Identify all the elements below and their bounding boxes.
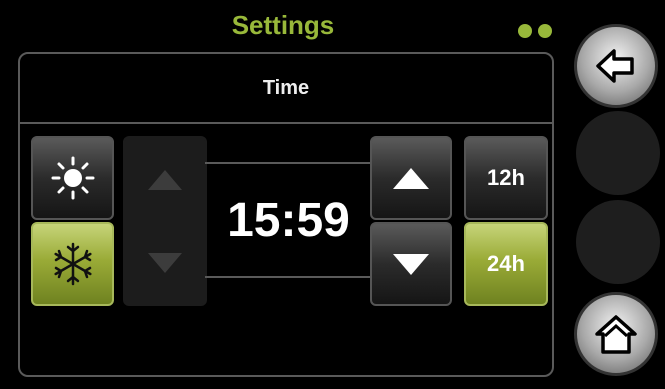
empty-side-button bbox=[576, 111, 660, 195]
empty-side-button bbox=[576, 200, 660, 284]
snowflake-icon bbox=[53, 242, 92, 286]
sun-icon bbox=[51, 156, 94, 200]
up-arrow-icon bbox=[393, 167, 429, 189]
page-title: Settings bbox=[231, 10, 335, 40]
back-arrow-icon bbox=[596, 49, 634, 83]
divider bbox=[20, 122, 552, 124]
status-dot bbox=[518, 24, 532, 38]
back-button[interactable] bbox=[574, 24, 658, 108]
panel-title: Time bbox=[262, 77, 310, 99]
status-dot bbox=[538, 24, 552, 38]
night-mode-button[interactable] bbox=[31, 222, 114, 306]
format-24h-button[interactable]: 24h bbox=[464, 222, 548, 306]
format-12h-button[interactable]: 12h bbox=[464, 136, 548, 220]
disabled-down-arrow-icon bbox=[148, 252, 182, 273]
decrease-button[interactable] bbox=[370, 222, 452, 306]
day-mode-button[interactable] bbox=[31, 136, 114, 220]
down-arrow-icon bbox=[393, 253, 429, 275]
disabled-arrow-column bbox=[123, 136, 207, 306]
home-icon bbox=[595, 315, 637, 354]
home-button[interactable] bbox=[574, 292, 658, 376]
disabled-up-arrow-icon bbox=[148, 169, 182, 190]
increase-button[interactable] bbox=[370, 136, 452, 220]
time-display: 15:59 bbox=[205, 162, 372, 278]
